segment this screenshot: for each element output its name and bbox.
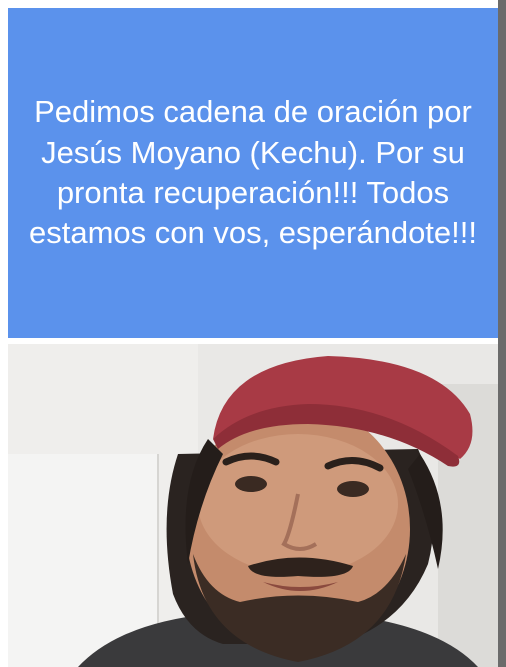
person-photo-illustration — [8, 344, 498, 667]
post-frame: Pedimos cadena de oración por Jesús Moya… — [0, 0, 506, 667]
right-edge-bar — [498, 0, 506, 667]
prayer-message-text: Pedimos cadena de oración por Jesús Moya… — [28, 94, 478, 251]
person-photo — [8, 344, 498, 667]
prayer-message-banner: Pedimos cadena de oración por Jesús Moya… — [8, 8, 498, 338]
